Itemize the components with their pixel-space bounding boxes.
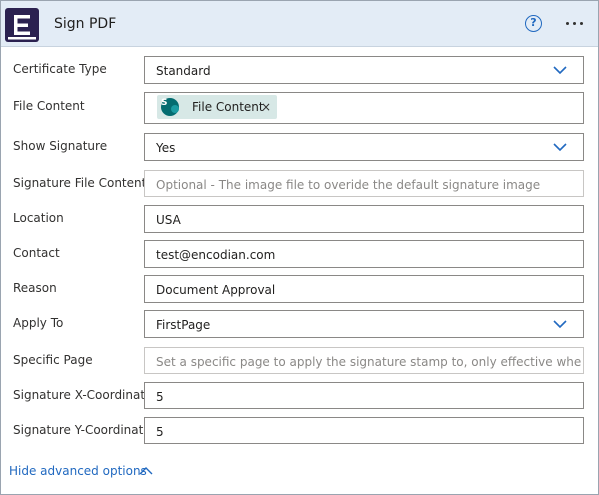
chevron-down-icon bbox=[553, 66, 567, 75]
input-placeholder: Set a specific page to apply the signatu… bbox=[156, 355, 582, 369]
show-signature-dropdown[interactable]: Yes bbox=[144, 133, 584, 161]
dropdown-value: FirstPage bbox=[156, 318, 211, 332]
dynamic-content-token[interactable]: S File Content × bbox=[157, 95, 277, 119]
more-options-icon[interactable] bbox=[563, 13, 587, 33]
apply-to-dropdown[interactable]: FirstPage bbox=[144, 310, 584, 338]
card-header[interactable]: Sign PDF ? bbox=[1, 1, 598, 47]
token-label: File Content bbox=[192, 100, 264, 114]
field-label: Location bbox=[13, 211, 64, 225]
contact-input[interactable]: test@encodian.com bbox=[144, 240, 584, 268]
file-content-field[interactable]: S File Content × bbox=[144, 92, 584, 124]
input-value: USA bbox=[156, 213, 181, 227]
input-value: test@encodian.com bbox=[156, 248, 276, 262]
hide-advanced-options-link[interactable]: Hide advanced options bbox=[9, 464, 147, 478]
chevron-down-icon bbox=[553, 320, 567, 329]
dropdown-value: Standard bbox=[156, 64, 211, 78]
field-label: Certificate Type bbox=[13, 62, 107, 76]
certificate-type-dropdown[interactable]: Standard bbox=[144, 56, 584, 84]
input-value: 5 bbox=[156, 390, 164, 404]
field-label: File Content bbox=[13, 99, 85, 113]
field-label: Signature Y-Coordinate bbox=[13, 423, 151, 437]
reason-input[interactable]: Document Approval bbox=[144, 275, 584, 303]
specific-page-input[interactable]: Set a specific page to apply the signatu… bbox=[144, 347, 584, 374]
encodian-logo-icon bbox=[5, 8, 39, 42]
token-remove-icon[interactable]: × bbox=[261, 100, 271, 114]
dropdown-value: Yes bbox=[156, 141, 176, 155]
field-label: Signature File Content bbox=[13, 176, 147, 190]
field-label: Apply To bbox=[13, 316, 64, 330]
field-label: Contact bbox=[13, 246, 60, 260]
signature-y-coordinate-input[interactable]: 5 bbox=[144, 417, 584, 444]
action-card: Sign PDF ? Certificate Type Standard Fil… bbox=[0, 0, 599, 495]
field-label: Reason bbox=[13, 281, 57, 295]
field-label: Specific Page bbox=[13, 353, 93, 367]
input-value: 5 bbox=[156, 425, 164, 439]
chevron-up-icon[interactable] bbox=[139, 466, 153, 476]
field-label: Signature X-Coordinate bbox=[13, 388, 153, 402]
chevron-down-icon bbox=[553, 143, 567, 152]
field-label: Show Signature bbox=[13, 139, 108, 153]
help-circle-icon[interactable]: ? bbox=[525, 15, 542, 32]
card-title: Sign PDF bbox=[54, 16, 117, 32]
input-placeholder: Optional - The image file to overide the… bbox=[156, 178, 541, 192]
location-input[interactable]: USA bbox=[144, 205, 584, 233]
signature-file-content-input[interactable]: Optional - The image file to overide the… bbox=[144, 170, 584, 197]
signature-x-coordinate-input[interactable]: 5 bbox=[144, 382, 584, 409]
input-value: Document Approval bbox=[156, 283, 276, 297]
